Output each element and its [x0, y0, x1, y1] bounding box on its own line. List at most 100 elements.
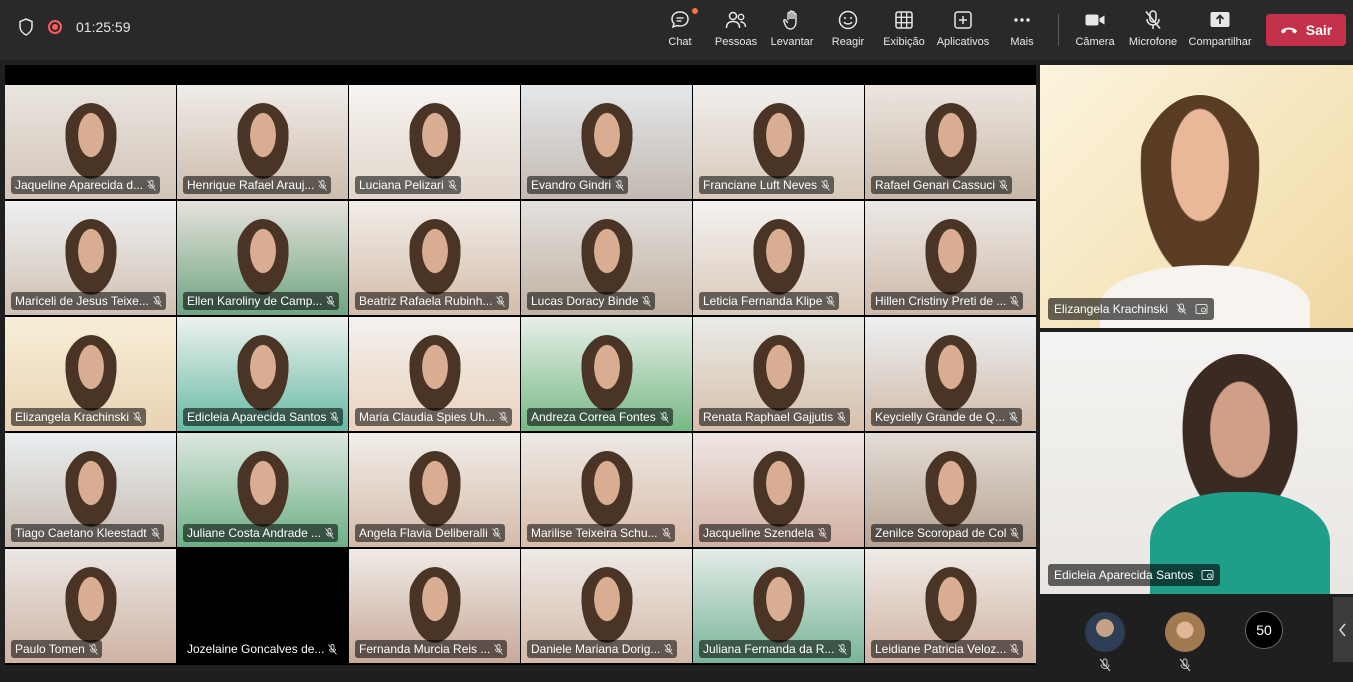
participant-tile[interactable]: Evandro Gindri [521, 85, 692, 199]
mic-off-icon [642, 295, 652, 307]
toolbar-divider [1058, 14, 1059, 46]
participant-tile[interactable]: Luciana Pelizari [349, 85, 520, 199]
leave-button[interactable]: Sair [1266, 14, 1346, 46]
participant-name-tag: Ellen Karoliny de Camp... [183, 292, 340, 310]
pin-frame-icon[interactable] [1195, 303, 1208, 315]
mic-off-icon [152, 295, 162, 307]
participant-tile[interactable]: Maria Claudia Spies Uh... [349, 317, 520, 431]
participant-figure [407, 103, 463, 183]
participant-name: Tiago Caetano Kleestadt [15, 526, 147, 540]
participant-tile[interactable]: Franciane Luft Neves [693, 85, 864, 199]
mic-off-icon [659, 411, 669, 423]
more-button[interactable]: Mais [1010, 8, 1034, 52]
participant-tile[interactable]: Angela Flavia Deliberalli [349, 433, 520, 547]
spotlight-tile-2[interactable]: Edicleia Aparecida Santos [1040, 332, 1353, 594]
more-participants-count[interactable]: 50 [1245, 611, 1283, 649]
participant-name-tag: Zenilce Scoropad de Col [871, 524, 1024, 542]
gallery-view: Jaqueline Aparecida d... Henrique Rafael … [5, 65, 1036, 665]
participant-tile[interactable]: Fernanda Murcia Reis ... [349, 549, 520, 663]
participant-tile[interactable]: Tiago Caetano Kleestadt [5, 433, 176, 547]
participant-tile[interactable]: Elizangela Krachinski [5, 317, 176, 431]
participant-avatar[interactable] [1165, 612, 1205, 652]
leave-label: Sair [1305, 22, 1333, 38]
camera-button[interactable]: Câmera [1075, 8, 1115, 52]
mic-off-icon [826, 295, 836, 307]
people-button[interactable]: Pessoas [715, 8, 757, 52]
participant-name: Luciana Pelizari [359, 178, 444, 192]
participant-tile[interactable]: Renata Raphael Gajjutis [693, 317, 864, 431]
participant-name-tag: Jacqueline Szendela [699, 524, 831, 542]
react-button[interactable]: Reagir [832, 8, 864, 52]
participant-tile[interactable]: Daniele Mariana Dorig... [521, 549, 692, 663]
participant-figure [63, 335, 119, 415]
participant-name: Beatriz Rafaela Rubinh... [359, 294, 493, 308]
participant-tile[interactable]: Juliana Fernanda da R... [693, 549, 864, 663]
view-button[interactable]: Exibição [883, 8, 925, 52]
participant-figure [235, 103, 291, 183]
participant-figure [923, 451, 979, 531]
participant-figure [923, 567, 979, 647]
participant-tile[interactable]: Edicleia Aparecida Santos [177, 317, 348, 431]
participant-tile[interactable]: Ellen Karoliny de Camp... [177, 201, 348, 315]
participant-tile[interactable]: Jozelaine Goncalves de... [177, 549, 348, 663]
pin-frame-icon[interactable] [1201, 569, 1214, 581]
participant-name-tag: Henrique Rafael Arauj... [183, 176, 332, 194]
shield-icon[interactable] [18, 18, 34, 36]
chat-icon [671, 11, 689, 29]
participant-tile[interactable]: Lucas Doracy Binde [521, 201, 692, 315]
participant-figure [407, 451, 463, 531]
share-icon [1210, 12, 1230, 27]
react-label: Reagir [831, 36, 865, 48]
participant-name: Jaqueline Aparecida d... [15, 178, 144, 192]
participant-name: Angela Flavia Deliberalli [359, 526, 488, 540]
raise-hand-button[interactable]: Levantar [771, 8, 813, 52]
participant-name-tag: Evandro Gindri [527, 176, 629, 194]
people-icon [725, 11, 747, 29]
mic-off-icon [499, 411, 508, 423]
spotlight-name-tag: Edicleia Aparecida Santos [1048, 564, 1221, 586]
participant-figure [407, 567, 463, 647]
participant-figure [751, 335, 807, 415]
chat-button[interactable]: Chat [664, 8, 698, 52]
participant-tile[interactable]: Marilise Teixeira Schu... [521, 433, 692, 547]
participant-tile[interactable]: Rafael Genari Cassuci [865, 85, 1036, 199]
participant-tile[interactable]: Juliane Costa Andrade ... [177, 433, 348, 547]
participant-tile[interactable]: Beatriz Rafaela Rubinh... [349, 201, 520, 315]
mic-off-icon [330, 411, 340, 423]
mic-off-icon [328, 643, 338, 655]
spotlight-tile-1[interactable]: Elizangela Krachinski [1040, 65, 1353, 328]
mic-off-icon [821, 179, 830, 191]
participant-tile[interactable]: Mariceli de Jesus Teixe... [5, 201, 176, 315]
participant-tile[interactable]: Jaqueline Aparecida d... [5, 85, 176, 199]
recording-icon [48, 20, 62, 34]
participant-tile[interactable]: Henrique Rafael Arauj... [177, 85, 348, 199]
participant-name: Zenilce Scoropad de Col [875, 526, 1007, 540]
spotlight-name-tag: Elizangela Krachinski [1048, 298, 1215, 320]
participant-tile[interactable]: Zenilce Scoropad de Col [865, 433, 1036, 547]
mic-off-icon [491, 527, 501, 539]
participant-avatar[interactable] [1085, 612, 1125, 652]
mic-off-icon [664, 643, 674, 655]
participant-tile[interactable]: Paulo Tomen [5, 549, 176, 663]
mic-off-icon [325, 527, 334, 539]
participant-tile[interactable]: Leticia Fernanda Klipe [693, 201, 864, 315]
participant-name-tag: Hillen Cristiny Preti de ... [871, 292, 1024, 310]
mic-off-icon [133, 411, 142, 423]
participant-name: Elizangela Krachinski [15, 410, 130, 424]
participant-tile[interactable]: Leidiane Patricia Veloz... [865, 549, 1036, 663]
participant-figure [63, 451, 119, 531]
participant-tile[interactable]: Jacqueline Szendela [693, 433, 864, 547]
mic-off-icon [838, 643, 848, 655]
participant-name-tag: Elizangela Krachinski [11, 408, 147, 426]
participant-name-tag: Angela Flavia Deliberalli [355, 524, 505, 542]
apps-button[interactable]: Aplicativos [936, 8, 990, 52]
participant-tile[interactable]: Keycielly Grande de Q... [865, 317, 1036, 431]
share-label: Compartilhar [1188, 36, 1252, 48]
microphone-label: Microfone [1128, 36, 1178, 48]
scroll-right-button[interactable] [1333, 597, 1353, 662]
microphone-button[interactable]: Microfone [1127, 8, 1179, 52]
share-button[interactable]: Compartilhar [1188, 8, 1252, 52]
participant-tile[interactable]: Hillen Cristiny Preti de ... [865, 201, 1036, 315]
participant-tile[interactable]: Andreza Correa Fontes [521, 317, 692, 431]
participant-name-tag: Juliana Fernanda da R... [699, 640, 852, 658]
